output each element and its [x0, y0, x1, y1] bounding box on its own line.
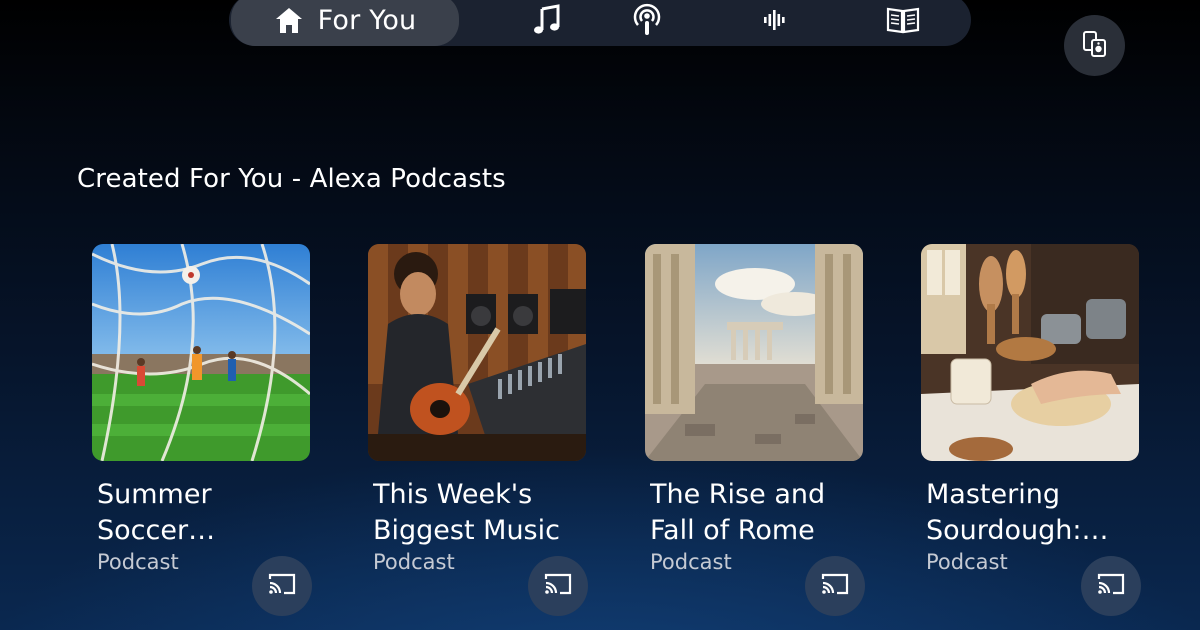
devices-button[interactable] [1064, 15, 1125, 76]
podcast-card[interactable]: Summer Soccer Tournament Podcast [92, 244, 312, 616]
top-nav: For You [229, 0, 971, 46]
book-icon [886, 5, 920, 35]
card-subtitle: Podcast [926, 550, 1008, 574]
nav-tab-podcasts[interactable] [615, 0, 679, 46]
cast-button[interactable] [805, 556, 865, 616]
cast-icon [544, 572, 572, 600]
card-title: This Week's Biggest Music [373, 479, 560, 546]
podcast-icon [631, 3, 663, 37]
roman-ruins-image[interactable] [645, 244, 863, 461]
podcast-card[interactable]: Mastering Sourdough: Tips Podcast [921, 244, 1141, 616]
card-subtitle: Podcast [650, 550, 732, 574]
nav-tab-label: For You [317, 4, 417, 36]
card-subtitle: Podcast [97, 550, 179, 574]
cast-icon [1097, 572, 1125, 600]
nav-tab-books[interactable] [871, 0, 935, 46]
cast-button[interactable] [252, 556, 312, 616]
cast-icon [821, 572, 849, 600]
guitarist-studio-image[interactable] [368, 244, 586, 461]
audio-wave-icon [763, 9, 787, 31]
podcast-card[interactable]: This Week's Biggest Music Podcast [368, 244, 588, 616]
cast-button[interactable] [1081, 556, 1141, 616]
card-title: The Rise and Fall of Rome [650, 479, 826, 546]
podcast-card[interactable]: The Rise and Fall of Rome Podcast [645, 244, 865, 616]
nav-tab-audio[interactable] [743, 0, 807, 46]
bread-kneading-image[interactable] [921, 244, 1139, 461]
card-title: Mastering Sourdough: Tips [926, 479, 1082, 546]
cast-icon [268, 572, 296, 600]
soccer-goal-image[interactable] [92, 244, 310, 461]
devices-icon [1082, 30, 1108, 62]
card-title: Summer Soccer Tournament [97, 479, 212, 546]
section-title: Created For You - Alexa Podcasts [77, 164, 506, 194]
home-icon [274, 5, 304, 35]
music-note-icon [532, 4, 562, 36]
card-subtitle: Podcast [373, 550, 455, 574]
nav-tab-for-you[interactable]: For You [231, 0, 459, 46]
cast-button[interactable] [528, 556, 588, 616]
nav-tab-music[interactable] [515, 0, 579, 46]
